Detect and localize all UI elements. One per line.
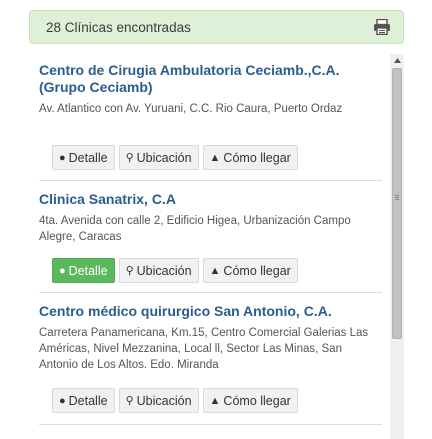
card-divider bbox=[39, 292, 382, 293]
location-button[interactable]: ⚲ Ubicación bbox=[118, 388, 199, 413]
clinic-card: Centro médico quirurgico San Antonio, C.… bbox=[39, 303, 382, 373]
clinic-address: Av. Atlantico con Av. Yuruani, C.C. Rio … bbox=[39, 103, 343, 115]
info-circle-icon: ● bbox=[59, 264, 66, 277]
detail-button[interactable]: ● Detalle bbox=[52, 258, 115, 283]
clinic-list-scroll-area: Centro de Cirugia Ambulatoria Ceciamb.,C… bbox=[29, 54, 386, 439]
results-header: 28 Clínicas encontradas bbox=[29, 10, 404, 44]
results-count: 28 Clínicas encontradas bbox=[46, 19, 191, 35]
directions-button[interactable]: ▲ Cómo llegar bbox=[202, 388, 298, 413]
directions-button[interactable]: ▲ Cómo llegar bbox=[202, 258, 298, 283]
road-icon: ▲ bbox=[209, 394, 221, 407]
scrollbar-grip bbox=[395, 197, 399, 198]
clinic-name[interactable]: Centro médico quirurgico San Antonio, C.… bbox=[39, 303, 382, 320]
printer-icon[interactable] bbox=[373, 19, 391, 35]
list-scrollbar[interactable] bbox=[390, 54, 404, 439]
clinic-address: Carretera Panamericana, Km.15, Centro Co… bbox=[39, 327, 369, 371]
clinic-name[interactable]: Clinica Sanatrix, C.A bbox=[39, 191, 382, 208]
location-button[interactable]: ⚲ Ubicación bbox=[118, 258, 199, 283]
map-marker-icon: ⚲ bbox=[125, 152, 134, 164]
road-icon: ▲ bbox=[209, 264, 221, 277]
map-marker-icon: ⚲ bbox=[125, 265, 134, 277]
clinic-card: Centro de Cirugia Ambulatoria Ceciamb.,C… bbox=[39, 62, 382, 117]
scrollbar-grip bbox=[395, 195, 399, 196]
info-circle-icon: ● bbox=[59, 394, 66, 407]
clinic-name[interactable]: Centro de Cirugia Ambulatoria Ceciamb.,C… bbox=[39, 62, 382, 96]
location-button[interactable]: ⚲ Ubicación bbox=[118, 145, 199, 170]
clinic-list[interactable]: Centro de Cirugia Ambulatoria Ceciamb.,C… bbox=[29, 54, 404, 439]
scrollbar-thumb[interactable] bbox=[392, 68, 402, 339]
clinic-card: Clinica Sanatrix, C.A 4ta. Avenida con c… bbox=[39, 191, 382, 245]
clinic-address: 4ta. Avenida con calle 2, Edificio Higea… bbox=[39, 215, 351, 243]
scroll-up-arrow-icon[interactable] bbox=[390, 54, 404, 67]
road-icon: ▲ bbox=[209, 151, 221, 164]
clinic-actions: ● Detalle ⚲ Ubicación ▲ Cómo llegar bbox=[52, 258, 298, 283]
map-marker-icon: ⚲ bbox=[125, 395, 134, 407]
card-divider bbox=[39, 180, 382, 181]
info-circle-icon: ● bbox=[59, 151, 66, 164]
scrollbar-grip bbox=[395, 199, 399, 200]
detail-button[interactable]: ● Detalle bbox=[52, 388, 115, 413]
detail-button[interactable]: ● Detalle bbox=[52, 145, 115, 170]
directions-button[interactable]: ▲ Cómo llegar bbox=[202, 145, 298, 170]
clinic-actions: ● Detalle ⚲ Ubicación ▲ Cómo llegar bbox=[52, 388, 298, 413]
card-divider bbox=[39, 424, 382, 425]
clinic-actions: ● Detalle ⚲ Ubicación ▲ Cómo llegar bbox=[52, 145, 298, 170]
